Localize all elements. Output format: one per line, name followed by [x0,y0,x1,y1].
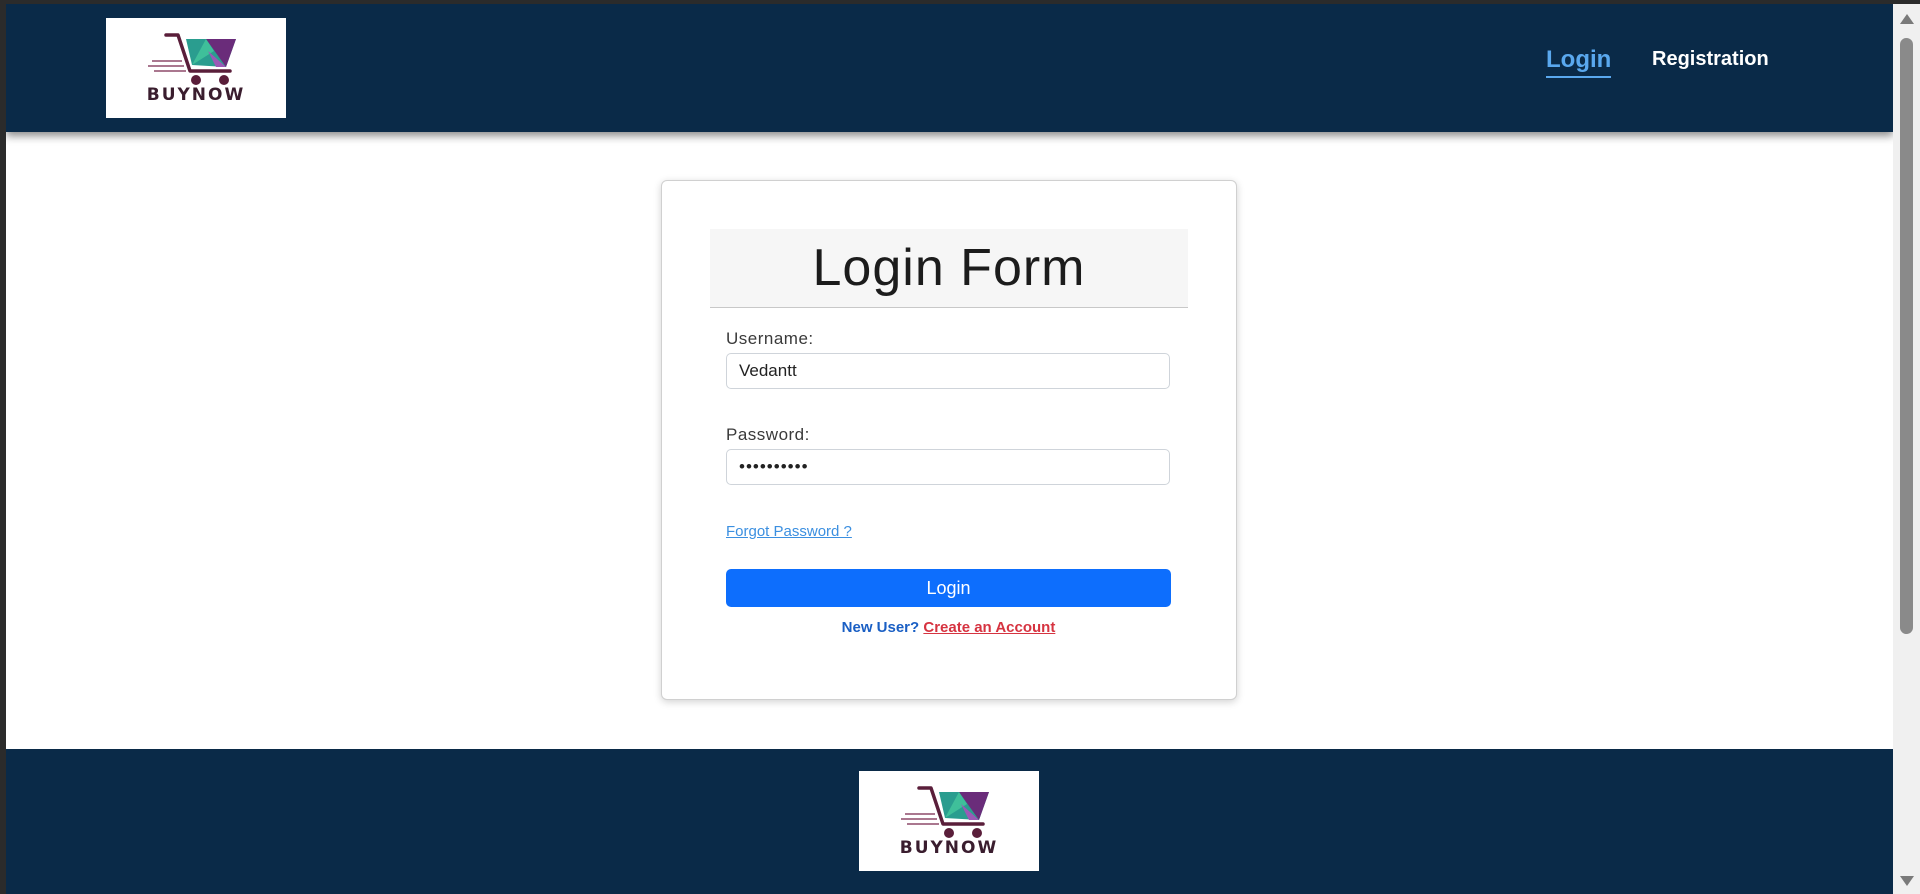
footer-logo[interactable]: BUYNOW [859,771,1039,871]
username-input[interactable] [726,353,1170,389]
footer: BUYNOW [6,749,1893,894]
scrollbar-thumb[interactable] [1900,38,1913,634]
login-button[interactable]: Login [726,569,1171,607]
header-logo-text: BUYNOW [146,85,246,105]
navbar: BUYNOW Login Registration [6,4,1893,132]
shopping-cart-logo-icon [901,786,989,838]
vertical-scrollbar[interactable] [1893,4,1920,894]
login-form-card: Login Form Username: Password: Forgot Pa… [661,180,1237,700]
footer-logo-text: BUYNOW [899,838,999,858]
password-input[interactable] [726,449,1170,485]
username-label: Username: [726,329,814,348]
login-form-header: Login Form [710,229,1188,308]
nav-login-link[interactable]: Login [1546,46,1612,78]
forgot-password-link[interactable]: Forgot Password ? [726,523,852,540]
nav-registration-link[interactable]: Registration [1652,48,1769,71]
chevron-up-icon[interactable] [1900,14,1914,24]
new-user-label: New User? [841,619,920,636]
header-logo[interactable]: BUYNOW [106,18,286,118]
browser-window: BUYNOW Login Registration Login Form Use… [0,0,1920,894]
chevron-down-icon[interactable] [1900,876,1914,886]
password-label: Password: [726,425,810,444]
create-account-link[interactable]: Create an Account [923,619,1055,636]
page-title: Login Form [812,239,1086,297]
signup-prompt: New User? Create an Account [726,619,1171,636]
shopping-cart-logo-icon [148,33,236,85]
page-viewport: BUYNOW Login Registration Login Form Use… [6,4,1893,894]
